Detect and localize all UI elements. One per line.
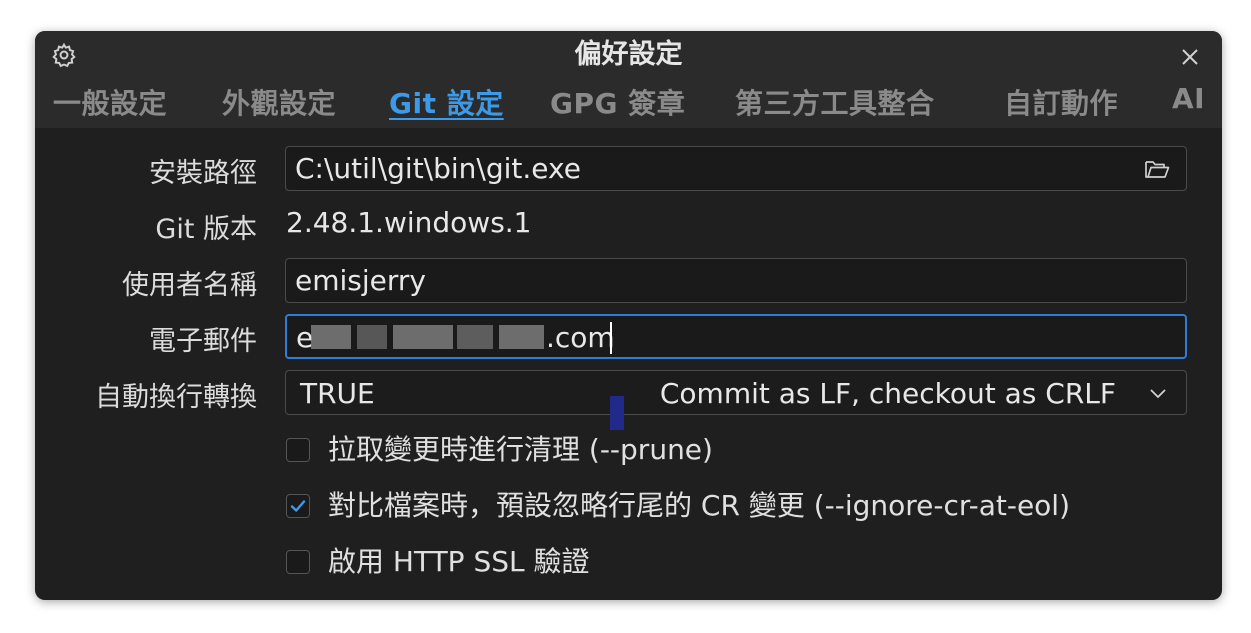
ime-indicator — [610, 396, 624, 430]
user-name-label: 使用者名稱 — [122, 270, 257, 301]
checkmark-icon — [290, 500, 306, 512]
gear-icon — [52, 42, 76, 68]
tab-ai[interactable]: AI — [1172, 82, 1205, 115]
option-prune-label: 拉取變更時進行清理 (--prune) — [328, 433, 713, 466]
tab-appearance[interactable]: 外觀設定 — [222, 82, 336, 122]
email-input[interactable]: e .com — [285, 314, 1187, 359]
tab-bar: 一般設定 外觀設定 Git 設定 GPG 簽章 第三方工具整合 自訂動作 AI — [35, 78, 1222, 128]
autocrlf-label: 自動換行轉換 — [95, 382, 257, 413]
tab-git[interactable]: Git 設定 — [389, 82, 504, 122]
email-value-suffix: .com — [546, 321, 615, 354]
autocrlf-value: TRUE — [300, 377, 375, 410]
redacted-email-part — [311, 325, 351, 349]
autocrlf-select[interactable]: TRUE Commit as LF, checkout as CRLF — [285, 370, 1187, 415]
option-ssl-verify-label: 啟用 HTTP SSL 驗證 — [328, 545, 590, 578]
redacted-email-part — [457, 325, 493, 349]
redacted-email-part — [499, 325, 544, 349]
git-version-label: Git 版本 — [155, 214, 257, 245]
tab-third-party-tools[interactable]: 第三方工具整合 — [735, 82, 935, 122]
preferences-dialog: 偏好設定 一般設定 外觀設定 Git 設定 GPG 簽章 第三方工具整合 自訂動… — [35, 31, 1222, 600]
title-bar: 偏好設定 — [35, 31, 1222, 78]
close-icon[interactable] — [1178, 45, 1202, 69]
redacted-email-part — [357, 325, 387, 349]
tab-custom-actions[interactable]: 自訂動作 — [1004, 82, 1118, 122]
text-caret — [610, 322, 612, 354]
user-name-value: emisjerry — [295, 264, 426, 297]
dialog-title: 偏好設定 — [574, 39, 683, 70]
email-label: 電子郵件 — [149, 326, 257, 357]
install-path-value: C:\util\git\bin\git.exe — [295, 152, 581, 185]
autocrlf-description: Commit as LF, checkout as CRLF — [659, 377, 1116, 410]
checkbox-ssl-verify[interactable] — [286, 550, 310, 574]
checkbox-ignore-cr[interactable] — [286, 494, 310, 518]
user-name-input[interactable]: emisjerry — [285, 258, 1187, 303]
checkbox-prune[interactable] — [286, 438, 310, 462]
install-path-input[interactable]: C:\util\git\bin\git.exe — [285, 146, 1187, 191]
chevron-down-icon — [1150, 389, 1166, 399]
tab-gpg[interactable]: GPG 簽章 — [550, 82, 685, 122]
install-path-label: 安裝路徑 — [149, 158, 257, 189]
redacted-email-part — [393, 325, 453, 349]
git-version-value: 2.48.1.windows.1 — [286, 206, 532, 239]
option-ignore-cr-label: 對比檔案時，預設忽略行尾的 CR 變更 (--ignore-cr-at-eol) — [328, 489, 1071, 522]
tab-general[interactable]: 一般設定 — [53, 82, 167, 122]
folder-open-icon[interactable] — [1144, 158, 1170, 180]
